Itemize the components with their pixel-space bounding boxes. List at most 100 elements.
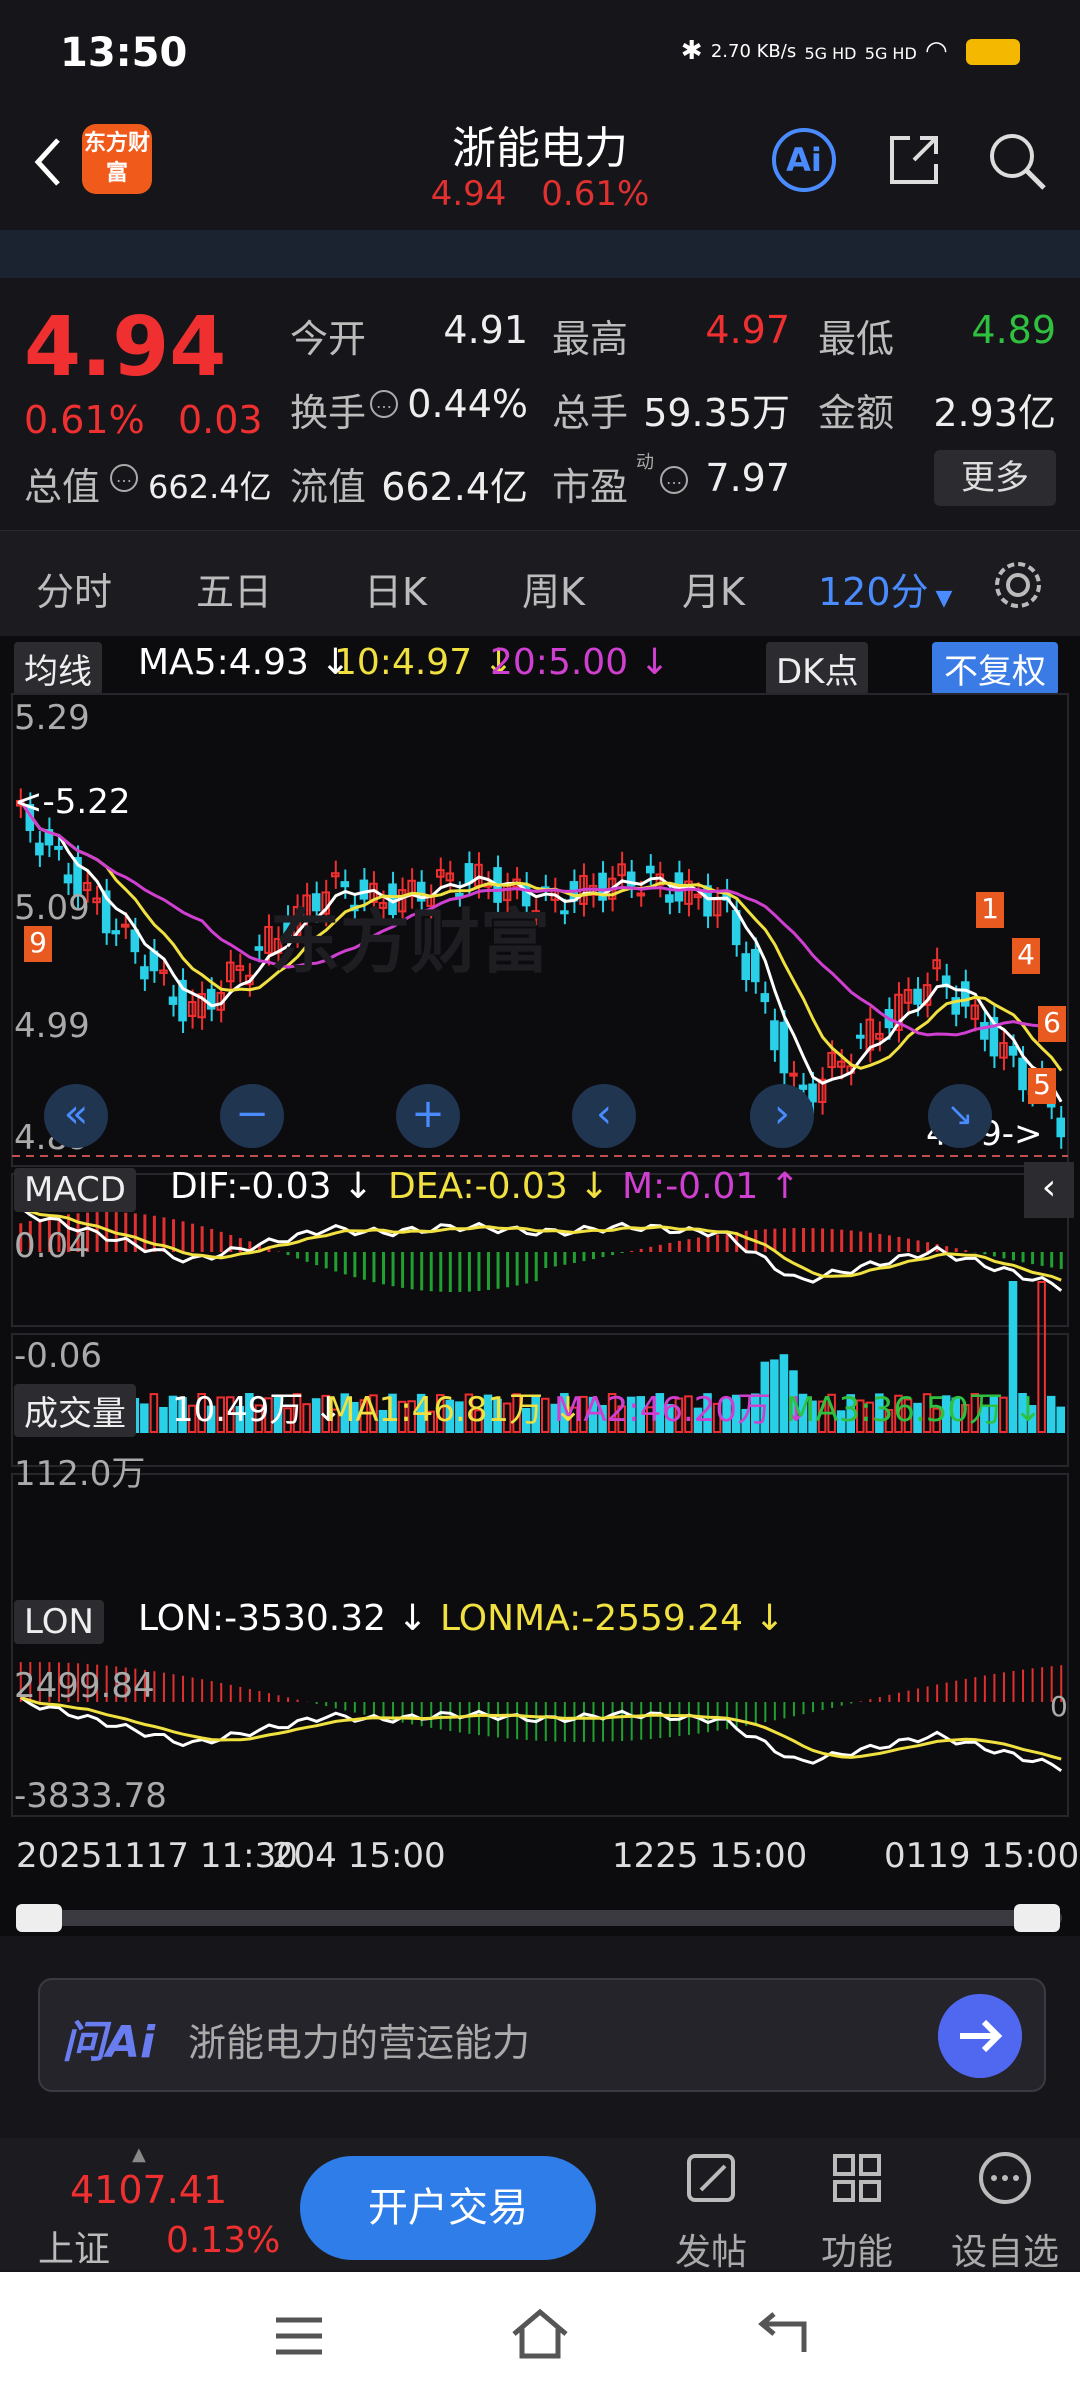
candle-body bbox=[1018, 1057, 1027, 1091]
signal-badge[interactable]: 1 bbox=[976, 892, 1004, 928]
quote-panel: 4.94 0.61% 0.03 今开 4.91 最高 4.97 最低 4.89 … bbox=[0, 280, 1080, 530]
macd-chip[interactable]: MACD bbox=[14, 1168, 136, 1212]
range-handle-right[interactable] bbox=[1014, 1904, 1060, 1932]
kline-chart-area[interactable]: 均线 MA5:4.93 ↓ 10:4.97 ↓ 20:5.00 ↓ DK点 不复… bbox=[0, 636, 1080, 1936]
menu-icon[interactable] bbox=[274, 2316, 324, 2356]
range-handle-left[interactable] bbox=[16, 1904, 62, 1932]
low-value: 4.89 bbox=[971, 308, 1056, 352]
search-icon[interactable] bbox=[986, 130, 1048, 192]
tab-120min-label: 120分 bbox=[818, 570, 929, 614]
ask-ai-prompt[interactable]: 浙能电力的营运能力 bbox=[188, 2012, 530, 2067]
dea-legend: DEA:-0.03 ↓ bbox=[388, 1166, 610, 1207]
kline-svg bbox=[11, 693, 1069, 1817]
m-legend: M:-0.01 ↑ bbox=[622, 1166, 800, 1207]
index-name[interactable]: 上证 bbox=[38, 2220, 110, 2272]
index-value[interactable]: 4107.41 bbox=[70, 2168, 227, 2212]
status-bar: 13:50 ✱ 2.70 KB/s 5G HD 5G HD ◠ bbox=[0, 0, 1080, 110]
tab-monthly-k[interactable]: 月K bbox=[682, 561, 745, 616]
candle-body bbox=[111, 930, 120, 935]
more-button[interactable]: 更多 bbox=[934, 450, 1056, 506]
share-icon[interactable] bbox=[884, 130, 944, 190]
function-button[interactable]: 功能 bbox=[802, 2148, 912, 2275]
lon-axis-bottom: -3833.78 bbox=[14, 1776, 167, 1816]
dea-line bbox=[20, 1206, 1062, 1282]
vol-axis-top: 112.0万 bbox=[14, 1454, 146, 1494]
candle-body bbox=[1056, 1117, 1066, 1138]
lon-chip[interactable]: LON bbox=[14, 1600, 104, 1644]
zoom-out-button[interactable]: − bbox=[220, 1084, 284, 1148]
pan-left-fast-button[interactable]: « bbox=[44, 1084, 108, 1148]
open-account-trade-button[interactable]: 开户交易 bbox=[300, 2156, 596, 2260]
lon-legend: LON:-3530.32 ↓ bbox=[138, 1598, 428, 1639]
candle-body bbox=[1008, 1045, 1018, 1056]
back-nav-icon[interactable] bbox=[756, 2312, 808, 2358]
index-change[interactable]: 0.13% bbox=[166, 2220, 280, 2261]
adjust-chip[interactable]: 不复权 bbox=[932, 642, 1058, 695]
home-icon[interactable] bbox=[510, 2308, 570, 2360]
watchlist-label: 设自选 bbox=[950, 2232, 1059, 2273]
zoom-in-button[interactable]: + bbox=[396, 1084, 460, 1148]
net-speed: 2.70 KB/s bbox=[710, 40, 797, 62]
post-button[interactable]: 发帖 bbox=[656, 2148, 766, 2275]
period-tabs: 分时 五日 日K 周K 月K 120分 ▼ bbox=[0, 530, 1080, 636]
reset-button[interactable]: ↘ bbox=[928, 1084, 992, 1148]
vma2-legend: MA2:46.20万 ↓ bbox=[554, 1390, 811, 1430]
candle-body bbox=[798, 1084, 808, 1090]
signal-badge[interactable]: 4 bbox=[1012, 938, 1040, 974]
add-watchlist-button[interactable]: 设自选 bbox=[950, 2148, 1060, 2275]
candle-body bbox=[35, 842, 44, 856]
bottom-toolbar: ▲ 4107.41 上证 0.13% 开户交易 发帖 功能 设自选 bbox=[0, 2138, 1080, 2273]
ai-button[interactable]: Ai bbox=[772, 128, 836, 192]
header-price: 4.94 bbox=[430, 174, 507, 214]
volume-chip[interactable]: 成交量 bbox=[14, 1384, 136, 1437]
pan-right-button[interactable]: › bbox=[750, 1084, 814, 1148]
tab-five-day[interactable]: 五日 bbox=[196, 561, 272, 616]
signal-badge[interactable]: 9 bbox=[24, 926, 52, 962]
float-value: 662.4亿 bbox=[381, 465, 528, 509]
settings-gear-icon[interactable] bbox=[990, 557, 1046, 613]
tab-intraday[interactable]: 分时 bbox=[36, 561, 112, 616]
dk-point-chip[interactable]: DK点 bbox=[766, 642, 869, 695]
pan-left-button[interactable]: ‹ bbox=[572, 1084, 636, 1148]
tab-120min[interactable]: 120分 ▼ bbox=[818, 561, 952, 616]
stock-header: 东方财富 浙能电力 4.94 0.61% Ai bbox=[0, 110, 1080, 230]
candle-body bbox=[121, 923, 130, 928]
price-axis-top: 5.29 bbox=[14, 698, 90, 738]
pe-label: 市盈 bbox=[552, 465, 629, 509]
info-icon[interactable]: … bbox=[370, 390, 398, 418]
lonma-line bbox=[20, 1695, 1062, 1761]
open-value: 4.91 bbox=[443, 308, 528, 352]
candle-body bbox=[646, 865, 655, 874]
pe-value: 7.97 bbox=[705, 456, 790, 500]
range-scrollbar[interactable] bbox=[16, 1910, 1062, 1926]
info-icon[interactable]: … bbox=[660, 466, 688, 494]
news-banner[interactable] bbox=[0, 230, 1080, 278]
tab-daily-k[interactable]: 日K bbox=[364, 561, 427, 616]
arrow-right-icon[interactable] bbox=[938, 1994, 1022, 2078]
high-label: 最高 bbox=[552, 317, 629, 361]
lon-axis-top: 2499.84 bbox=[14, 1666, 155, 1706]
amount-value: 2.93亿 bbox=[933, 391, 1056, 435]
candle-body bbox=[751, 948, 760, 983]
last-price: 4.94 bbox=[24, 300, 227, 395]
signal-icon-1: 5G HD bbox=[804, 44, 857, 63]
candle-body bbox=[168, 996, 178, 1005]
change-amount: 0.03 bbox=[178, 398, 263, 442]
mktcap-value: 662.4亿 bbox=[148, 468, 272, 506]
volume-bar bbox=[1056, 1406, 1066, 1433]
high-marker: <-5.22 bbox=[14, 782, 131, 822]
status-icons: ✱ 2.70 KB/s 5G HD 5G HD ◠ bbox=[681, 36, 1020, 66]
ma-chip[interactable]: 均线 bbox=[14, 642, 102, 695]
signal-badge[interactable]: 5 bbox=[1028, 1068, 1056, 1104]
time-label: 1225 15:00 bbox=[612, 1836, 808, 1876]
tab-weekly-k[interactable]: 周K bbox=[522, 561, 585, 616]
ask-ai-bar[interactable]: 问Ai 浙能电力的营运能力 bbox=[38, 1978, 1046, 2092]
status-time: 13:50 bbox=[60, 30, 188, 76]
signal-badge[interactable]: 6 bbox=[1038, 1006, 1066, 1042]
candle-body bbox=[980, 1022, 989, 1040]
info-icon[interactable]: … bbox=[110, 464, 138, 492]
expand-icon[interactable]: ▲ bbox=[132, 2144, 146, 2165]
float-label: 流值 bbox=[290, 465, 367, 509]
collapse-icon[interactable]: ‹ bbox=[1024, 1162, 1074, 1218]
candle-body bbox=[560, 910, 569, 915]
